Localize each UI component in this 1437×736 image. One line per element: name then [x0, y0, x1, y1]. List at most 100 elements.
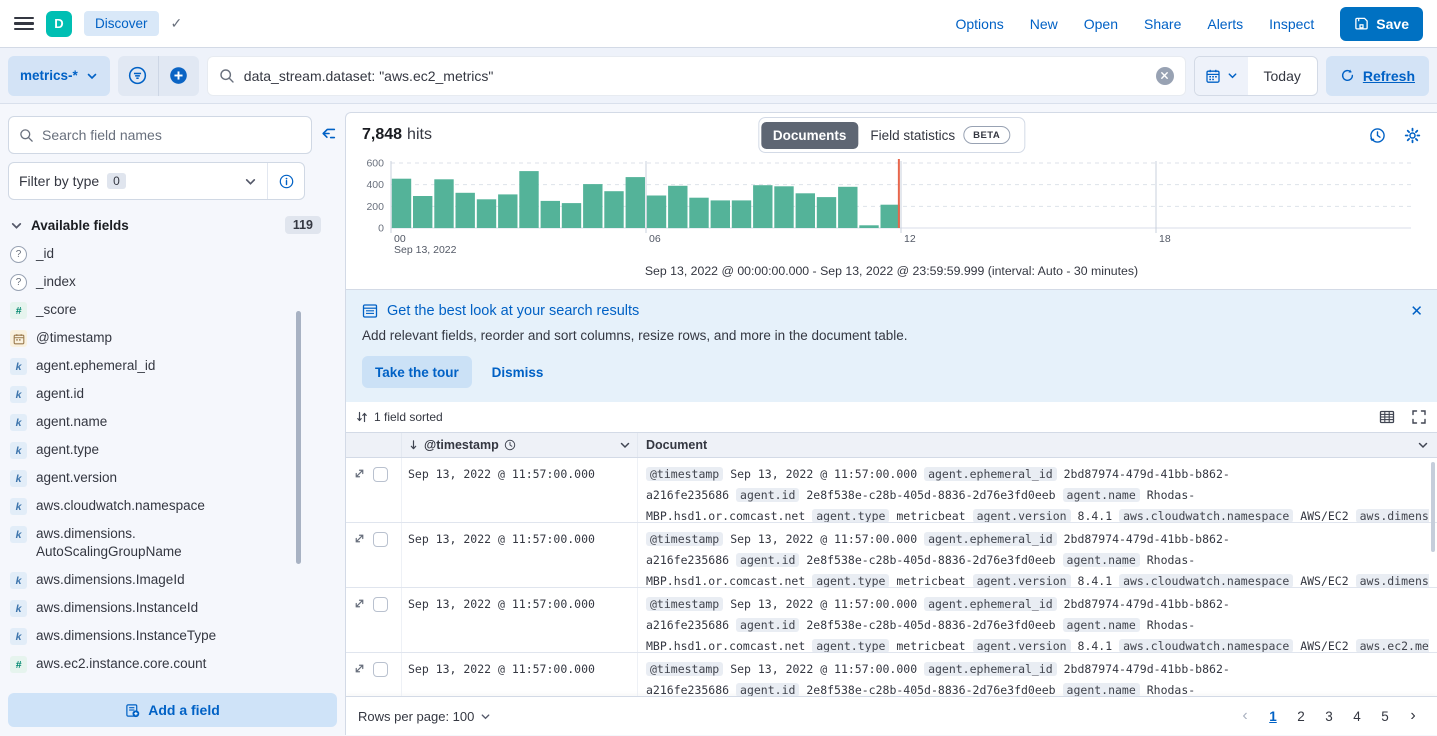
expand-document-icon[interactable]: [353, 467, 366, 480]
field-name-badge: agent.type: [812, 639, 889, 652]
field-item-aws-dimensions-instanceid[interactable]: k aws.dimensions.InstanceId: [8, 594, 337, 622]
column-menu-icon[interactable]: [1417, 439, 1429, 451]
filter-in-circle-icon[interactable]: [118, 56, 158, 96]
row-timestamp: Sep 13, 2022 @ 11:57:00.000: [402, 458, 638, 522]
field-name-badge: agent.id: [736, 683, 799, 696]
field-item--id[interactable]: ?_id: [8, 240, 337, 268]
field-item-aws-cloudwatch-namespace[interactable]: kaws.cloudwatch.namespace: [8, 492, 337, 520]
field-item-aws-dimensions-autoscalinggroupname[interactable]: kaws.dimensions.AutoScalingGroupName: [8, 520, 337, 566]
sidebar-scrollbar[interactable]: [296, 311, 301, 564]
expand-document-icon[interactable]: [353, 532, 366, 545]
field-item--timestamp[interactable]: @timestamp: [8, 324, 337, 352]
field-item-agent-id[interactable]: kagent.id: [8, 380, 337, 408]
field-type-keyword-icon: k: [10, 600, 27, 617]
beta-badge: BETA: [963, 126, 1010, 144]
field-item-agent-version[interactable]: kagent.version: [8, 464, 337, 492]
field-item-aws-ec2-instance-core-count[interactable]: #aws.ec2.instance.core.count: [8, 650, 337, 678]
field-value: metricbeat: [896, 509, 965, 522]
filter-by-type-dropdown[interactable]: Filter by type 0: [9, 173, 267, 189]
timestamp-column-header[interactable]: @timestamp: [402, 433, 638, 457]
field-value: 2e8f538e-c28b-405d-8836-2d76e3fd0eeb: [806, 553, 1055, 567]
info-icon[interactable]: [267, 163, 304, 199]
page-4[interactable]: 4: [1345, 704, 1369, 728]
field-item-aws-dimensions-imageid[interactable]: kaws.dimensions.ImageId: [8, 566, 337, 594]
nav-link-open[interactable]: Open: [1084, 16, 1118, 32]
sorted-fields-button[interactable]: 1 field sorted: [356, 410, 443, 424]
field-item-agent-name[interactable]: kagent.name: [8, 408, 337, 436]
search-icon: [19, 128, 34, 143]
field-name: agent.id: [36, 385, 84, 403]
row-checkbox[interactable]: [373, 467, 388, 482]
row-timestamp: Sep 13, 2022 @ 11:57:00.000: [402, 523, 638, 587]
field-name-badge: agent.ephemeral_id: [924, 662, 1057, 676]
field-item--score[interactable]: #_score: [8, 296, 337, 324]
nav-link-new[interactable]: New: [1030, 16, 1058, 32]
field-name-badge: agent.version: [973, 509, 1071, 522]
breadcrumb[interactable]: Discover: [84, 11, 159, 36]
data-view-picker[interactable]: metrics-*: [8, 56, 110, 96]
page-3[interactable]: 3: [1317, 704, 1341, 728]
field-name: aws.dimensions.InstanceId: [36, 599, 198, 617]
field-name: agent.ephemeral_id: [36, 357, 155, 375]
date-picker-group: Today: [1194, 56, 1318, 96]
add-field-button[interactable]: Add a field: [8, 693, 337, 727]
clear-query-icon[interactable]: [1156, 67, 1174, 85]
tab-documents[interactable]: Documents: [761, 122, 859, 149]
sorted-fields-label: 1 field sorted: [374, 410, 443, 424]
histogram-chart[interactable]: 020040060000Sep 13, 2022061218: [346, 157, 1437, 257]
dismiss-button[interactable]: Dismiss: [492, 365, 544, 380]
field-name-badge: agent.ephemeral_id: [924, 532, 1057, 546]
nav-link-share[interactable]: Share: [1144, 16, 1181, 32]
page-2[interactable]: 2: [1289, 704, 1313, 728]
filter-controls: [118, 56, 199, 96]
date-range-label[interactable]: Today: [1248, 68, 1317, 84]
field-name: _score: [36, 301, 77, 319]
expand-document-icon[interactable]: [353, 597, 366, 610]
nav-link-inspect[interactable]: Inspect: [1269, 16, 1314, 32]
tab-field-statistics[interactable]: Field statisticsBETA: [858, 120, 1022, 150]
fullscreen-icon[interactable]: [1411, 409, 1427, 425]
document-column-header[interactable]: Document: [638, 433, 1437, 457]
add-filter-icon[interactable]: [159, 56, 199, 96]
field-value: a216fe235686: [646, 618, 729, 632]
page-5[interactable]: 5: [1373, 704, 1397, 728]
query-input[interactable]: [244, 68, 1147, 84]
expand-document-icon[interactable]: [353, 662, 366, 675]
field-name-badge: aws.dimens…: [1356, 574, 1429, 587]
chart-options-icon[interactable]: [1369, 127, 1386, 144]
calendar-dropdown[interactable]: [1195, 57, 1248, 95]
field-item-aws-dimensions-instancetype[interactable]: kaws.dimensions.InstanceType: [8, 622, 337, 650]
next-page-icon[interactable]: ›: [1401, 704, 1425, 728]
row-checkbox[interactable]: [373, 662, 388, 677]
field-search-input[interactable]: [42, 127, 301, 143]
table-row: Sep 13, 2022 @ 11:57:00.000@timestamp Se…: [346, 588, 1437, 653]
field-name-badge: agent.name: [1063, 488, 1140, 502]
page-1[interactable]: 1: [1261, 704, 1285, 728]
save-button[interactable]: Save: [1340, 7, 1423, 41]
grid-header: @timestamp Document: [346, 432, 1437, 458]
field-type-unknown-icon: ?: [10, 274, 27, 291]
row-checkbox[interactable]: [373, 597, 388, 612]
close-icon[interactable]: ✕: [1410, 302, 1423, 320]
grid-scrollbar[interactable]: [1431, 462, 1435, 552]
field-item-agent-type[interactable]: kagent.type: [8, 436, 337, 464]
field-type-keyword-icon: k: [10, 526, 27, 543]
grid-rows: Sep 13, 2022 @ 11:57:00.000@timestamp Se…: [346, 458, 1437, 696]
nav-link-options[interactable]: Options: [955, 16, 1003, 32]
row-checkbox[interactable]: [373, 532, 388, 547]
column-menu-icon[interactable]: [619, 439, 631, 451]
refresh-button[interactable]: Refresh: [1326, 56, 1429, 96]
display-options-icon[interactable]: [1379, 409, 1395, 425]
previous-page-icon[interactable]: ‹: [1233, 704, 1257, 728]
field-item-agent-ephemeral-id[interactable]: kagent.ephemeral_id: [8, 352, 337, 380]
gear-icon[interactable]: [1404, 127, 1421, 144]
menu-icon[interactable]: [14, 17, 34, 31]
take-the-tour-button[interactable]: Take the tour: [362, 356, 472, 388]
field-item--index[interactable]: ?_index: [8, 268, 337, 296]
hits-label: hits: [407, 126, 432, 144]
field-type-keyword-icon: k: [10, 572, 27, 589]
nav-link-alerts[interactable]: Alerts: [1207, 16, 1243, 32]
collapse-sidebar-icon[interactable]: [320, 126, 337, 141]
available-fields-header[interactable]: Available fields 119: [10, 216, 335, 234]
rows-per-page-dropdown[interactable]: Rows per page: 100: [358, 709, 491, 724]
